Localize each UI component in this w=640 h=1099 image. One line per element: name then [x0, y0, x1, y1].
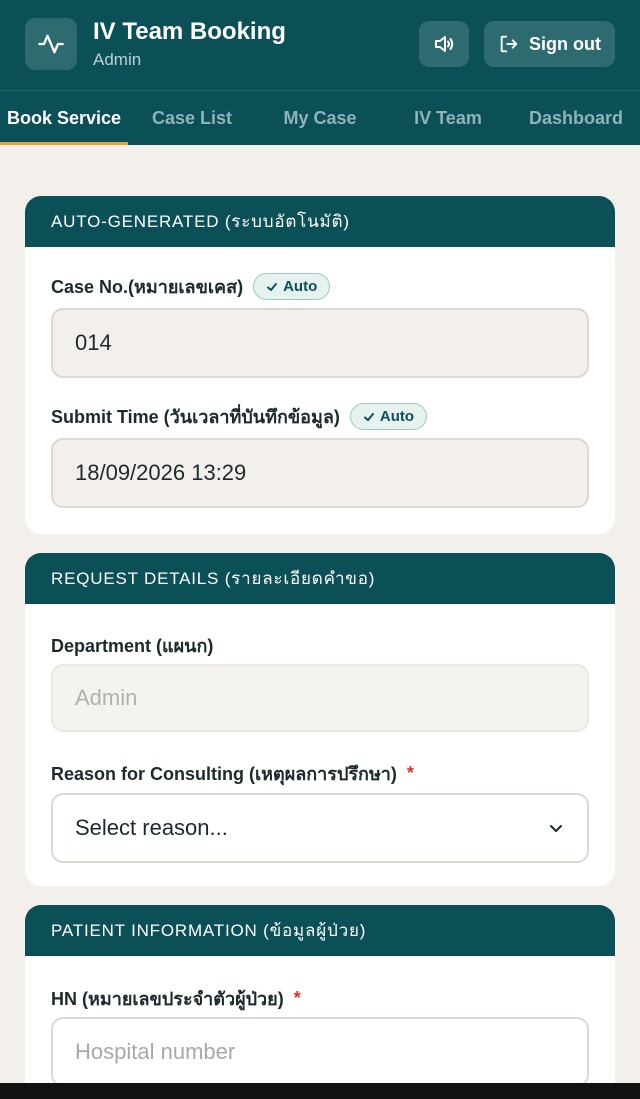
tab-my-case[interactable]: My Case: [256, 91, 384, 145]
request-details-card: REQUEST DETAILS (รายละเอียดคำขอ) Departm…: [25, 553, 615, 886]
case-no-field: 014: [51, 308, 589, 378]
department-field: Admin: [51, 664, 589, 732]
auto-generated-card: AUTO-GENERATED (ระบบอัตโนมัติ) Case No.(…: [25, 196, 615, 534]
speaker-volume-icon: [435, 36, 454, 52]
tab-case-list[interactable]: Case List: [128, 91, 256, 145]
hn-input[interactable]: Hospital number: [51, 1017, 589, 1087]
check-icon: [363, 412, 374, 421]
submit-time-field: 18/09/2026 13:29: [51, 438, 589, 508]
required-marker: *: [406, 763, 414, 783]
hn-label: HN (หมายเลขประจำตัวผู้ป่วย) *: [51, 988, 301, 1009]
case-no-label-text: Case No.(หมายเลขเคส): [51, 277, 244, 297]
submit-time-label-text: Submit Time (วันเวลาที่บันทึกข้อมูล): [51, 407, 340, 427]
app-logo: [25, 18, 77, 70]
sign-out-icon: [500, 35, 518, 53]
patient-information-card: PATIENT INFORMATION (ข้อมูลผู้ป่วย) HN (…: [25, 905, 615, 1099]
request-details-header: REQUEST DETAILS (รายละเอียดคำขอ): [25, 553, 615, 604]
app-header: IV Team Booking Admin Sign out: [0, 0, 640, 90]
main-tabs: Book Service Case List My Case IV Team D…: [0, 90, 640, 145]
tab-book-service[interactable]: Book Service: [0, 91, 128, 145]
tab-iv-team[interactable]: IV Team: [384, 91, 512, 145]
tab-dashboard[interactable]: Dashboard: [512, 91, 640, 145]
sound-toggle-button[interactable]: [419, 21, 469, 67]
patient-information-header: PATIENT INFORMATION (ข้อมูลผู้ป่วย): [25, 905, 615, 956]
check-icon: [267, 282, 278, 291]
reason-select-value: Select reason...: [75, 815, 228, 840]
auto-badge: Auto: [349, 403, 428, 430]
reason-label: Reason for Consulting (เหตุผลการปรึกษา) …: [51, 763, 414, 784]
auto-generated-header: AUTO-GENERATED (ระบบอัตโนมัติ): [25, 196, 615, 247]
app-title: IV Team Booking: [93, 18, 286, 45]
bottom-bar: [0, 1083, 640, 1099]
auto-badge: Auto: [253, 273, 331, 300]
required-marker: *: [293, 988, 301, 1008]
activity-pulse-icon: [38, 34, 64, 54]
reason-select[interactable]: Select reason...: [51, 793, 589, 863]
submit-time-label: Submit Time (วันเวลาที่บันทึกข้อมูล) Aut…: [51, 402, 428, 431]
department-label: Department (แผนก): [51, 636, 214, 656]
sign-out-button[interactable]: Sign out: [484, 21, 615, 67]
case-no-label: Case No.(หมายเลขเคส) Auto: [51, 272, 331, 301]
chevron-down-icon: [550, 825, 562, 832]
app-subtitle: Admin: [93, 50, 142, 69]
sign-out-label: Sign out: [529, 33, 601, 54]
